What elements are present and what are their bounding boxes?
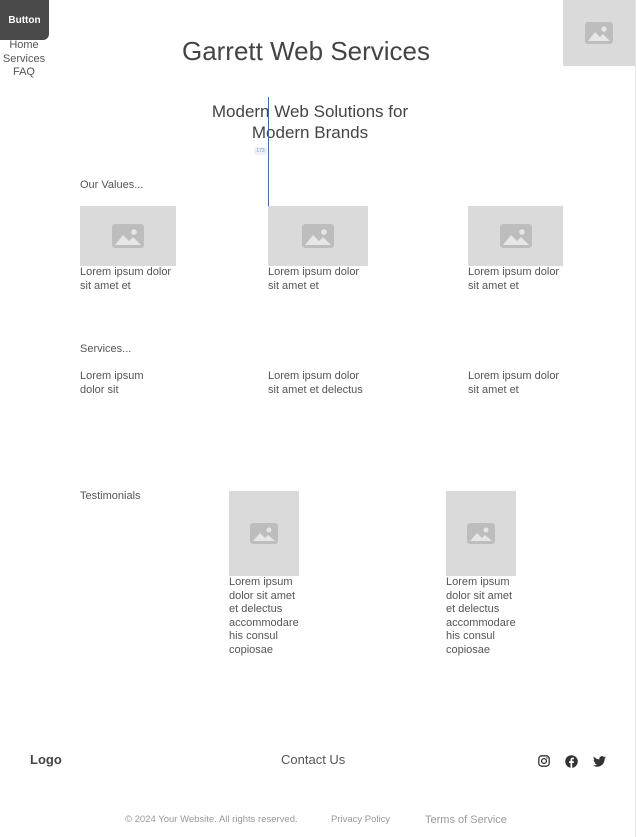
value-card-text: Lorem ipsum dolor sit amet et bbox=[80, 266, 172, 292]
terms-of-service-link[interactable]: Terms of Service bbox=[425, 814, 507, 826]
image-icon bbox=[585, 22, 613, 44]
testimonial-text: Lorem ipsum dolor sit amet et delectus a… bbox=[229, 576, 299, 656]
value-card-text: Lorem ipsum dolor sit amet et bbox=[468, 266, 560, 292]
value-card-text: Lorem ipsum dolor sit amet et bbox=[268, 266, 360, 292]
header-image bbox=[563, 0, 635, 66]
nav-faq[interactable]: FAQ bbox=[0, 66, 48, 80]
hero-subtitle-line-2: Modern Brands bbox=[251, 123, 369, 142]
copyright-text: © 2024 Your Website. All rights reserved… bbox=[125, 814, 298, 825]
twitter-icon[interactable] bbox=[592, 754, 606, 768]
value-card-image bbox=[268, 206, 368, 266]
testimonials-heading: Testimonials bbox=[80, 490, 141, 502]
page-title: Garrett Web Services bbox=[181, 36, 431, 66]
footer-logo[interactable]: Logo bbox=[30, 752, 62, 767]
privacy-policy-link[interactable]: Privacy Policy bbox=[331, 814, 390, 825]
testimonial-image bbox=[446, 491, 516, 576]
contact-us-link[interactable]: Contact Us bbox=[281, 752, 345, 767]
text-cursor-guide bbox=[268, 97, 269, 207]
image-icon bbox=[112, 224, 144, 248]
image-icon bbox=[250, 523, 278, 544]
service-item-text: Lorem ipsum dolor sit amet et bbox=[468, 370, 560, 396]
page-edge-divider bbox=[635, 0, 636, 837]
services-heading: Services... bbox=[80, 343, 132, 355]
value-card-image bbox=[468, 206, 563, 266]
service-item-text: Lorem ipsum dolor sit amet et delectus bbox=[268, 370, 363, 396]
menu-button[interactable]: Button bbox=[0, 0, 49, 40]
cursor-position-tag: 173 bbox=[254, 147, 267, 155]
testimonial-image bbox=[229, 491, 299, 576]
value-card-image bbox=[80, 206, 176, 266]
facebook-icon[interactable] bbox=[564, 754, 578, 768]
testimonial-text: Lorem ipsum dolor sit amet et delectus a… bbox=[446, 576, 516, 656]
hero-subtitle: Modern Web Solutions for Modern Brands bbox=[190, 101, 430, 143]
service-item-text: Lorem ipsum dolor sit bbox=[80, 370, 144, 396]
image-icon bbox=[467, 523, 495, 544]
hero-subtitle-line-1: Modern Web Solutions for bbox=[211, 102, 409, 121]
instagram-icon[interactable] bbox=[537, 754, 551, 768]
values-heading: Our Values... bbox=[80, 179, 144, 191]
image-icon bbox=[302, 224, 334, 248]
image-icon bbox=[499, 224, 532, 248]
